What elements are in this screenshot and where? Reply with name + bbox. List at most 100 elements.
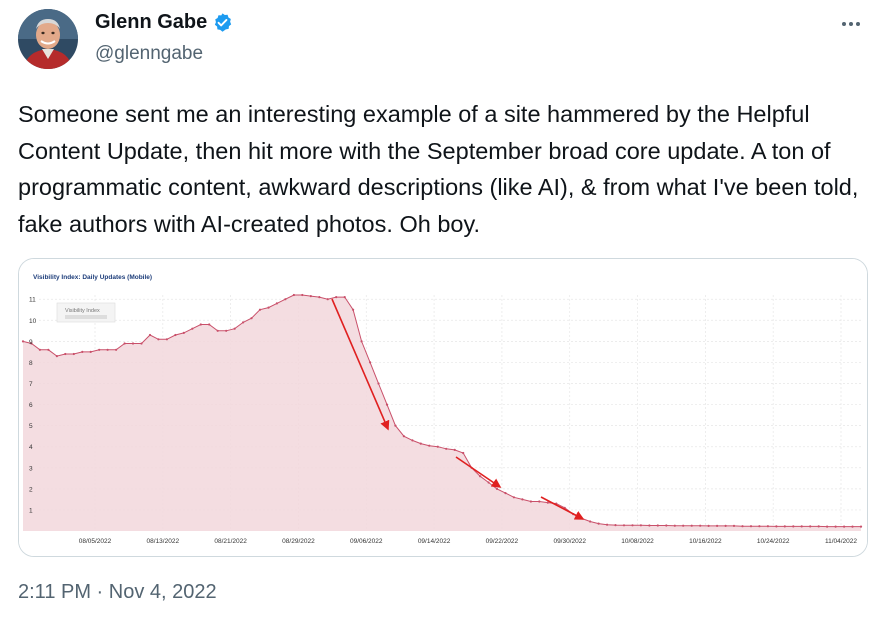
data-point xyxy=(64,352,67,356)
data-point xyxy=(233,327,236,330)
data-point xyxy=(843,525,846,528)
data-point xyxy=(495,487,499,490)
data-point xyxy=(55,355,59,358)
tweet-timestamp[interactable]: 2:11 PM · Nov 4, 2022 xyxy=(18,581,217,604)
data-point xyxy=(292,293,295,297)
visibility-chart: Visibility Index: Daily Updates (Mobile)… xyxy=(19,259,867,556)
data-point xyxy=(783,525,786,528)
data-point xyxy=(648,524,651,527)
data-point xyxy=(732,524,736,527)
data-point xyxy=(216,329,219,332)
data-point xyxy=(851,525,854,528)
data-point xyxy=(453,448,456,451)
avatar[interactable] xyxy=(18,9,78,69)
data-point xyxy=(436,445,439,448)
data-point xyxy=(352,308,355,311)
data-point xyxy=(199,323,202,326)
data-point xyxy=(81,350,84,353)
x-tick-label: 10/16/2022 xyxy=(689,538,722,545)
tooltip-label: Visibility Index xyxy=(65,308,100,314)
chart-tooltip: Visibility Index xyxy=(56,302,116,323)
x-tick-label: 08/13/2022 xyxy=(147,538,180,545)
data-point xyxy=(656,524,659,527)
y-tick-label: 2 xyxy=(29,486,33,493)
data-point xyxy=(699,524,702,527)
data-point xyxy=(267,306,270,309)
x-tick-label: 10/24/2022 xyxy=(757,538,790,545)
data-point xyxy=(445,447,448,450)
data-point xyxy=(817,525,820,528)
data-point xyxy=(682,524,685,527)
tweet-media-chart[interactable]: Visibility Index: Daily Updates (Mobile)… xyxy=(18,258,868,557)
data-point xyxy=(411,439,414,442)
data-point xyxy=(123,342,126,345)
data-point xyxy=(614,524,617,527)
data-point xyxy=(707,524,710,527)
data-point xyxy=(115,348,118,351)
data-point xyxy=(419,442,422,445)
data-point xyxy=(106,348,109,351)
data-point xyxy=(690,524,693,527)
data-point xyxy=(504,492,507,495)
data-point xyxy=(131,342,135,345)
y-tick-label: 10 xyxy=(29,318,37,325)
data-point xyxy=(148,333,152,337)
profile-photo xyxy=(18,9,78,69)
data-point xyxy=(157,338,160,341)
data-point xyxy=(589,520,592,523)
y-tick-label: 5 xyxy=(29,423,33,430)
data-point xyxy=(479,475,482,478)
y-tick-label: 4 xyxy=(29,444,33,451)
data-point xyxy=(21,340,25,343)
more-horizontal-icon[interactable] xyxy=(837,12,865,36)
data-point xyxy=(512,496,515,499)
data-point xyxy=(208,323,211,326)
data-point xyxy=(343,296,346,299)
y-tick-label: 9 xyxy=(29,339,33,346)
data-point xyxy=(191,327,194,330)
data-point xyxy=(326,298,329,301)
data-point xyxy=(758,525,761,528)
x-tick-label: 08/05/2022 xyxy=(79,538,112,545)
data-point xyxy=(318,296,321,299)
x-tick-label: 08/29/2022 xyxy=(282,538,315,545)
x-tick-label: 09/22/2022 xyxy=(486,538,519,545)
author-name-row[interactable]: Glenn Gabe xyxy=(95,11,233,34)
data-point xyxy=(538,500,541,503)
data-point xyxy=(402,435,405,438)
data-point xyxy=(98,348,101,351)
author-name[interactable]: Glenn Gabe xyxy=(95,11,207,34)
y-tick-label: 1 xyxy=(29,507,33,514)
y-tick-label: 6 xyxy=(29,402,33,409)
data-point xyxy=(462,451,465,455)
data-point xyxy=(741,525,744,528)
data-point xyxy=(335,296,338,299)
data-point xyxy=(749,525,753,528)
data-point xyxy=(606,523,609,526)
data-point xyxy=(225,329,228,332)
x-tick-label: 09/30/2022 xyxy=(553,538,586,545)
y-tick-label: 8 xyxy=(29,360,33,367)
data-point xyxy=(165,338,168,341)
data-point xyxy=(72,352,75,356)
author-handle[interactable]: @glenngabe xyxy=(95,43,203,65)
data-point xyxy=(521,498,524,501)
tweet-text: Someone sent me an interesting example o… xyxy=(18,101,859,237)
data-point xyxy=(309,295,312,298)
data-point xyxy=(800,525,803,528)
data-point xyxy=(394,424,397,427)
verified-badge-icon[interactable] xyxy=(212,12,233,33)
data-point xyxy=(673,524,676,527)
data-point xyxy=(529,500,532,503)
data-point xyxy=(826,525,829,528)
data-point xyxy=(182,331,185,334)
data-point xyxy=(724,524,727,527)
data-point xyxy=(716,524,719,527)
data-point xyxy=(622,524,626,527)
data-point xyxy=(258,308,262,311)
data-point xyxy=(834,525,837,528)
data-point xyxy=(597,522,600,525)
data-point xyxy=(377,382,380,385)
x-tick-label: 08/21/2022 xyxy=(214,538,247,545)
data-point xyxy=(38,348,41,351)
